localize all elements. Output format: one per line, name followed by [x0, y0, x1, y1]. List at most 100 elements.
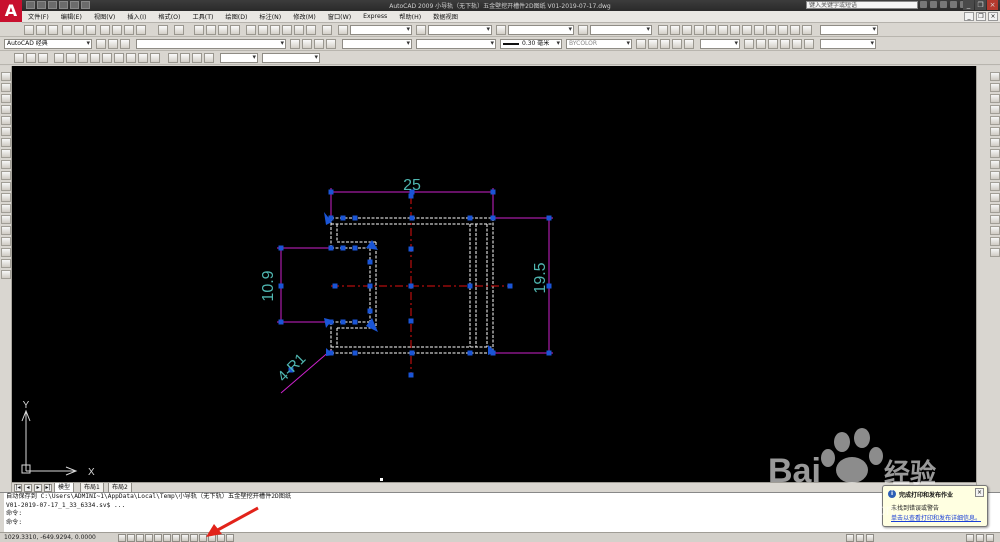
copy-object-icon[interactable]: [990, 83, 1000, 92]
subscription-icon[interactable]: [930, 1, 937, 8]
last-tab-button[interactable]: ▸|: [44, 484, 52, 492]
markup-icon[interactable]: [294, 25, 304, 35]
lineweight-toggle-icon[interactable]: [190, 534, 198, 542]
layer-previous-icon[interactable]: [302, 39, 312, 49]
fillet-icon[interactable]: [990, 237, 1000, 246]
dim-style-icon[interactable]: [416, 25, 426, 35]
named-view-combo[interactable]: [262, 53, 320, 63]
help-toolbar-icon[interactable]: [322, 25, 332, 35]
mleader-style-combo[interactable]: [590, 25, 652, 35]
dim-baseline-icon[interactable]: [766, 25, 776, 35]
layout-preview-icon[interactable]: [217, 534, 225, 542]
command-window[interactable]: 自动保存到 C:\Users\ADMINI~1\AppData\Local\Te…: [0, 492, 1000, 533]
balloon-close-button[interactable]: ×: [975, 488, 984, 497]
quick-properties-icon[interactable]: [199, 534, 207, 542]
undo-toolbar-icon[interactable]: [158, 25, 168, 35]
zoom-realtime-icon[interactable]: [206, 25, 216, 35]
redo-toolbar-icon[interactable]: [174, 25, 184, 35]
mtext-icon[interactable]: [792, 39, 802, 49]
polar-tracking-icon[interactable]: [145, 534, 153, 542]
text-style-combo[interactable]: [350, 25, 412, 35]
viewport-scale-combo[interactable]: [220, 53, 258, 63]
ucs-3point-icon[interactable]: [150, 53, 160, 63]
table-style-combo[interactable]: [508, 25, 574, 35]
layer-combo[interactable]: [136, 39, 286, 49]
find-text-icon[interactable]: [804, 39, 814, 49]
extend-icon[interactable]: [990, 182, 1000, 191]
lineweight-combo[interactable]: 0.30 毫米: [500, 39, 562, 49]
view-top-icon[interactable]: [26, 53, 36, 63]
menu-format[interactable]: 格式(O): [152, 12, 186, 21]
plotstyle-combo[interactable]: BYCOLOR: [566, 39, 632, 49]
layer-isolate-icon[interactable]: [314, 39, 324, 49]
next-tab-button[interactable]: ▸: [34, 484, 42, 492]
command-window-grip[interactable]: [0, 493, 4, 533]
materials-icon[interactable]: [660, 39, 670, 49]
text-height-combo[interactable]: [820, 39, 876, 49]
ucs-face-icon[interactable]: [90, 53, 100, 63]
zoom-previous-icon[interactable]: [230, 25, 240, 35]
mirror-icon[interactable]: [990, 94, 1000, 103]
tool-palettes-icon[interactable]: [270, 25, 280, 35]
dim-ordinate-icon[interactable]: [694, 25, 704, 35]
chamfer-icon[interactable]: [990, 226, 1000, 235]
dim-continue-icon[interactable]: [778, 25, 788, 35]
autocad-logo-icon[interactable]: A: [0, 0, 22, 22]
restore-button[interactable]: ❐: [975, 0, 986, 10]
plot-preview-icon[interactable]: [74, 25, 84, 35]
menu-file[interactable]: 文件(F): [22, 12, 55, 21]
annotation-visibility-icon[interactable]: [856, 534, 864, 542]
ucs-view-icon[interactable]: [114, 53, 124, 63]
circle-icon[interactable]: [1, 138, 11, 147]
stretch-icon[interactable]: [990, 160, 1000, 169]
auto-scale-icon[interactable]: [866, 534, 874, 542]
render-env-icon[interactable]: [684, 39, 694, 49]
annotation-scale-icon[interactable]: [846, 534, 854, 542]
offset-icon[interactable]: [990, 105, 1000, 114]
polyline-icon[interactable]: [1, 94, 11, 103]
menu-insert[interactable]: 插入(I): [121, 12, 152, 21]
search-icon[interactable]: [920, 1, 927, 8]
continuous-orbit-icon[interactable]: [768, 39, 778, 49]
pan-icon[interactable]: [194, 25, 204, 35]
drawing-preview-icon[interactable]: [226, 534, 234, 542]
ucs-zaxis-icon[interactable]: [138, 53, 148, 63]
text-style-icon[interactable]: [338, 25, 348, 35]
rectangle-icon[interactable]: [1, 116, 11, 125]
object-snap-tracking-icon[interactable]: [163, 534, 171, 542]
publish-icon[interactable]: [86, 25, 96, 35]
rotate-icon[interactable]: [990, 138, 1000, 147]
linetype-combo[interactable]: [416, 39, 496, 49]
menu-data-view[interactable]: 数据视图: [427, 12, 464, 21]
model-paper-icon[interactable]: [208, 534, 216, 542]
render-icon[interactable]: [648, 39, 658, 49]
dim-aligned-icon[interactable]: [670, 25, 680, 35]
viewport-clip-icon[interactable]: [180, 53, 190, 63]
zoom-window-icon[interactable]: [218, 25, 228, 35]
visual-style-combo[interactable]: [700, 39, 740, 49]
layer-state-icon[interactable]: [120, 39, 130, 49]
color-combo[interactable]: [342, 39, 412, 49]
view-front-icon[interactable]: [14, 53, 24, 63]
text-icon[interactable]: [780, 39, 790, 49]
break-icon[interactable]: [990, 204, 1000, 213]
render-hide-icon[interactable]: [636, 39, 646, 49]
view-left-icon[interactable]: [38, 53, 48, 63]
paste-icon[interactable]: [124, 25, 134, 35]
array-icon[interactable]: [990, 116, 1000, 125]
cut-icon[interactable]: [100, 25, 110, 35]
doc-close-button[interactable]: ×: [988, 12, 998, 21]
ucs-origin-icon[interactable]: [126, 53, 136, 63]
open-file-icon[interactable]: [36, 25, 46, 35]
trim-icon[interactable]: [990, 171, 1000, 180]
communication-icon[interactable]: [940, 1, 947, 8]
dim-angular-icon[interactable]: [742, 25, 752, 35]
insert-block-icon[interactable]: [1, 193, 11, 202]
ucs-object-icon[interactable]: [102, 53, 112, 63]
menu-view[interactable]: 视图(V): [88, 12, 121, 21]
design-center-icon[interactable]: [258, 25, 268, 35]
menu-express[interactable]: Express: [357, 13, 393, 20]
erase-icon[interactable]: [990, 72, 1000, 81]
polygon-icon[interactable]: [1, 105, 11, 114]
explode-icon[interactable]: [990, 248, 1000, 257]
